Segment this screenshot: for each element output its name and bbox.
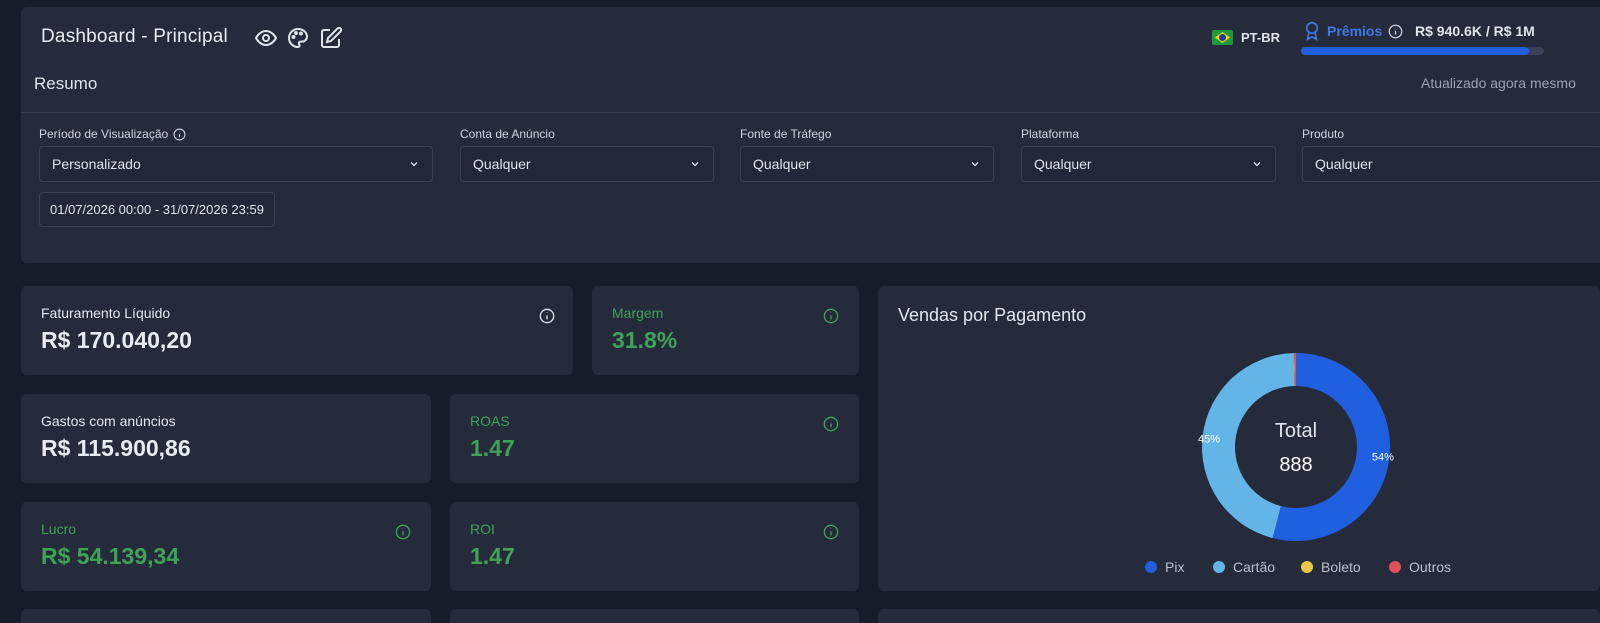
legend-label: Cartão — [1233, 559, 1276, 575]
rewards-label: Prêmios — [1327, 23, 1383, 39]
card-label: ROI — [470, 521, 495, 537]
chevron-down-icon — [1253, 162, 1261, 167]
chevron-down-icon — [410, 162, 418, 167]
summary-title: Resumo — [34, 74, 98, 93]
legend-label: Outros — [1409, 559, 1452, 575]
card-label: Lucro — [41, 521, 77, 537]
language-label: PT-BR — [1241, 30, 1280, 45]
roas-card: ROAS 1.47 — [450, 394, 859, 483]
platform-select[interactable]: Qualquer — [1021, 146, 1276, 182]
card-value: R$ 170.040,20 — [41, 327, 192, 353]
rewards-progress-fill — [1301, 47, 1530, 55]
donut-slice-label: 54% — [1372, 452, 1394, 464]
donut-slice-label: 45% — [1198, 433, 1220, 445]
select-value: Qualquer — [1315, 156, 1373, 172]
filter-label-platform: Plataforma — [1021, 127, 1080, 141]
ad-account-select[interactable]: Qualquer — [460, 146, 714, 182]
filter-label-period: Período de Visualização — [39, 127, 186, 141]
legend-item-outros[interactable]: Outros — [1389, 559, 1451, 575]
info-icon[interactable] — [823, 308, 839, 324]
legend-item-cartao[interactable]: Cartão — [1213, 559, 1275, 575]
legend-item-boleto[interactable]: Boleto — [1301, 559, 1361, 575]
payments-donut-chart: 54% 45% Total 888 — [1198, 353, 1394, 541]
legend-item-pix[interactable]: Pix — [1145, 559, 1184, 575]
award-icon — [1305, 21, 1319, 41]
payments-card: Vendas por Pagamento 54% 45% Total 888 Pi… — [878, 286, 1600, 591]
info-icon[interactable] — [173, 128, 186, 141]
ad-spend-card: Gastos com anúncios R$ 115.900,86 — [21, 394, 431, 483]
donut-center-label: Total — [1275, 420, 1317, 442]
select-value: Personalizado — [52, 156, 141, 172]
roi-card: ROI 1.47 — [450, 502, 859, 591]
filter-label-product: Produto — [1302, 127, 1345, 141]
legend-dot — [1301, 561, 1313, 573]
select-value: Qualquer — [473, 156, 531, 172]
legend-dot — [1213, 561, 1225, 573]
traffic-source-select[interactable]: Qualquer — [740, 146, 994, 182]
language-selector[interactable]: PT-BR — [1212, 30, 1280, 45]
palette-icon[interactable] — [286, 26, 310, 50]
card-value: 1.47 — [470, 543, 515, 569]
partial-card — [450, 609, 859, 623]
card-value: R$ 115.900,86 — [41, 435, 191, 461]
filter-label-text: Período de Visualização — [39, 127, 169, 141]
legend-dot — [1389, 561, 1401, 573]
product-select[interactable]: Qualquer — [1302, 146, 1600, 182]
filter-label-traffic-source: Fonte de Tráfego — [740, 127, 832, 141]
chevron-down-icon — [971, 162, 979, 167]
card-label: Gastos com anúncios — [41, 413, 176, 429]
info-icon[interactable] — [823, 524, 839, 540]
revenue-card: Faturamento Líquido R$ 170.040,20 — [21, 286, 573, 375]
eye-icon[interactable] — [254, 26, 278, 50]
rewards-value: R$ 940.6K / R$ 1M — [1415, 23, 1535, 39]
legend-label: Pix — [1165, 559, 1185, 575]
divider — [21, 112, 1600, 113]
legend-dot — [1145, 561, 1157, 573]
brazil-flag-icon — [1212, 30, 1233, 45]
period-select[interactable]: Personalizado — [39, 146, 433, 182]
card-value: 1.47 — [470, 435, 515, 461]
select-value: Qualquer — [1034, 156, 1092, 172]
top-bar: Dashboard - Principal PT-BR Prêmios R$ 9… — [21, 7, 1600, 67]
card-label: ROAS — [470, 413, 510, 429]
summary-panel: Resumo Atualizado agora mesmo Período de… — [21, 67, 1600, 263]
edit-icon[interactable] — [319, 26, 343, 50]
info-icon[interactable] — [539, 308, 555, 324]
chevron-down-icon — [691, 162, 699, 167]
card-value: R$ 54.139,34 — [41, 543, 180, 569]
info-icon[interactable] — [1388, 24, 1403, 39]
info-icon[interactable] — [395, 524, 411, 540]
margin-card: Margem 31.8% — [592, 286, 859, 375]
date-range-input[interactable]: 01/07/2026 00:00 - 31/07/2026 23:59 — [39, 192, 275, 227]
partial-card — [878, 609, 1600, 623]
card-value: 31.8% — [612, 327, 678, 353]
select-value: Qualquer — [753, 156, 811, 172]
rewards-progress-bar — [1301, 47, 1544, 55]
updated-status: Atualizado agora mesmo — [1421, 75, 1576, 91]
rewards-link[interactable]: Prêmios — [1303, 21, 1403, 41]
partial-card — [21, 609, 431, 623]
info-icon[interactable] — [823, 416, 839, 432]
card-label: Faturamento Líquido — [41, 305, 171, 321]
profit-card: Lucro R$ 54.139,34 — [21, 502, 431, 591]
legend-label: Boleto — [1321, 559, 1361, 575]
card-label: Margem — [612, 305, 664, 321]
filter-label-ad-account: Conta de Anúncio — [460, 127, 555, 141]
page-title: Dashboard - Principal — [41, 26, 228, 47]
donut-center-value: 888 — [1279, 454, 1312, 476]
